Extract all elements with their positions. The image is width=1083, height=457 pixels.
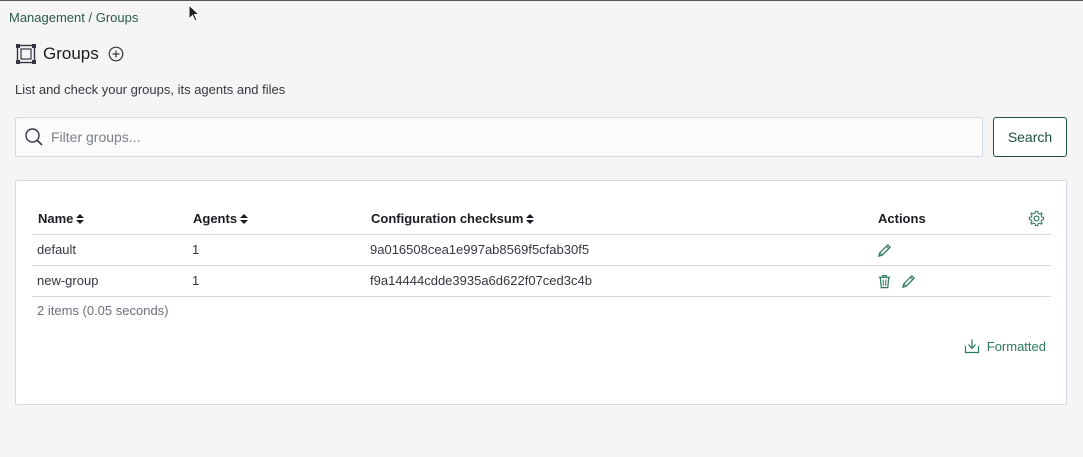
column-header-agents[interactable]: Agents (187, 203, 365, 235)
cell-agents: 1 (187, 265, 365, 297)
search-button[interactable]: Search (993, 117, 1067, 157)
sort-icon (76, 213, 85, 224)
table-summary: 2 items (0.05 seconds) (37, 303, 169, 318)
column-header-checksum[interactable]: Configuration checksum (365, 203, 872, 235)
gear-icon[interactable] (1028, 210, 1045, 227)
sort-icon (240, 213, 249, 224)
cell-actions (872, 234, 1051, 266)
column-header-name[interactable]: Name (32, 203, 187, 235)
cell-checksum: 9a016508cea1e997ab8569f5cfab30f5 (365, 234, 872, 266)
page-header: Groups (16, 43, 124, 65)
cell-name: default (32, 234, 187, 266)
table-row[interactable]: new-group 1 f9a14444cdde3935a6d622f07ced… (32, 265, 1051, 297)
search-field[interactable] (15, 117, 983, 157)
cell-agents: 1 (187, 234, 365, 266)
groups-table: Name Agents Configuration checksum Actio… (32, 203, 1051, 297)
table-row[interactable]: default 1 9a016508cea1e997ab8569f5cfab30… (32, 234, 1051, 266)
cell-name: new-group (32, 265, 187, 297)
breadcrumb[interactable]: Management / Groups (9, 10, 138, 25)
export-formatted-button[interactable]: Formatted (964, 338, 1046, 354)
page-subtitle: List and check your groups, its agents a… (15, 82, 286, 97)
delete-icon[interactable] (877, 274, 892, 289)
groups-icon (16, 44, 36, 64)
sort-icon (526, 213, 535, 224)
column-header-actions: Actions (872, 203, 1051, 235)
cell-actions (872, 265, 1051, 297)
groups-table-panel: Name Agents Configuration checksum Actio… (15, 180, 1067, 405)
mouse-cursor-icon (188, 4, 200, 22)
table-header-row: Name Agents Configuration checksum Actio… (32, 203, 1051, 235)
cell-checksum: f9a14444cdde3935a6d622f07ced3c4b (365, 265, 872, 297)
search-input[interactable] (51, 122, 951, 152)
page-title: Groups (43, 44, 99, 63)
edit-icon[interactable] (877, 243, 892, 258)
download-icon (964, 339, 979, 354)
search-icon (25, 128, 43, 146)
add-group-icon[interactable] (108, 46, 124, 62)
edit-icon[interactable] (901, 274, 916, 289)
export-label: Formatted (986, 338, 1046, 354)
